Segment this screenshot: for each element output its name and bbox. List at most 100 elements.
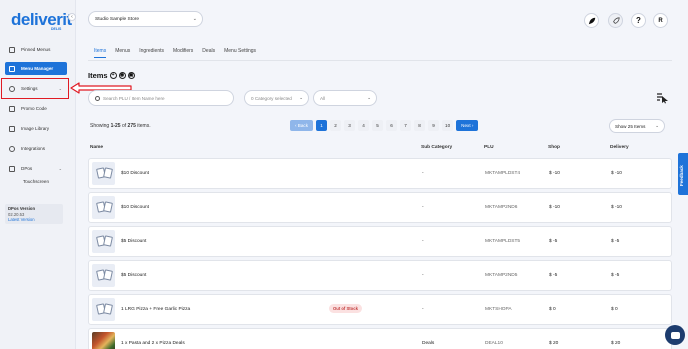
page-button[interactable]: 1 [316, 120, 328, 131]
page-size-value: Show 25 Items [615, 123, 646, 129]
status-select[interactable]: All ⌄ [313, 90, 377, 106]
chevron-down-icon: ⌄ [58, 166, 62, 171]
showing-suffix: items. [135, 123, 151, 129]
item-shop-price: $ -10 [549, 205, 560, 210]
item-shop-price: $ 20 [549, 341, 559, 346]
tab-deals[interactable]: Deals [202, 48, 215, 58]
item-name: $10 Discount [121, 205, 149, 210]
page-button[interactable]: 8 [414, 120, 426, 131]
pagination-back-button[interactable]: ‹ Back [290, 120, 314, 131]
sidebar-item-label: Image Library [21, 126, 50, 131]
page-title: Items [88, 71, 108, 80]
column-header-plu[interactable]: PLU [484, 145, 494, 150]
item-plu: MKTAMP2ND5 [485, 273, 518, 278]
pos-icon [9, 165, 15, 172]
column-header-name[interactable]: Name [90, 145, 103, 150]
user-avatar[interactable]: R [653, 13, 668, 28]
pagination-next-button[interactable]: Next › [456, 120, 479, 131]
showing-prefix: Showing [90, 123, 111, 129]
feedback-tab[interactable]: Feedback [678, 153, 688, 195]
sidebar-item-integrations[interactable]: Integrations [5, 142, 67, 155]
item-thumbnail [92, 230, 115, 253]
sidebar-item-label: Integrations [21, 146, 46, 151]
category-select[interactable]: 0 Category selected ⌄ [244, 90, 309, 106]
showing-total: 275 [127, 123, 136, 129]
sidebar-subitem-touchscreen[interactable]: Touchscreen [23, 179, 49, 184]
export-icon[interactable] [656, 92, 669, 104]
item-name: $10 Discount [121, 171, 149, 176]
rocket-icon [588, 17, 595, 24]
page-button[interactable]: 4 [358, 120, 370, 131]
page-button[interactable]: 2 [330, 120, 342, 131]
item-shop-price: $ 0 [549, 307, 556, 312]
item-delivery-price: $ -5 [611, 239, 620, 244]
search-icon [95, 95, 100, 101]
table-row[interactable]: $10 Discount - MKTAMP2ND6 $ -10 $ -10 [88, 192, 672, 223]
item-photo [92, 332, 115, 349]
item-shop-price: $ -5 [549, 239, 558, 244]
item-delivery-price: $ 0 [611, 307, 618, 312]
page-button[interactable]: 5 [372, 120, 384, 131]
tab-menus[interactable]: Menus [115, 48, 130, 58]
item-delivery-price: $ -10 [611, 171, 622, 176]
page-size-select[interactable]: Show 25 Items ⌄ [609, 119, 665, 133]
table-row[interactable]: 1 LRG Pizza + Free Garlic Pizza Out of S… [88, 294, 672, 325]
tab-modifiers[interactable]: Modifiers [173, 48, 193, 58]
item-thumbnail [92, 196, 115, 219]
section-header: Items + ◉ ▣ [88, 71, 135, 80]
item-delivery-price: $ 20 [611, 341, 621, 346]
item-plu: MKTAMPLDST5 [485, 239, 521, 244]
item-thumbnail [92, 264, 115, 287]
store-name: Studio Sample Store [95, 16, 139, 22]
sidebar-item-image-library[interactable]: Image Library [5, 122, 67, 135]
menu-icon [9, 65, 15, 72]
tab-ingredients[interactable]: Ingredients [139, 48, 164, 58]
table-row[interactable]: $5 Discount - MKTAMPLDST5 $ -5 $ -5 [88, 226, 672, 257]
page-button[interactable]: 7 [400, 120, 412, 131]
status-value: All [320, 95, 326, 101]
tab-menu-settings[interactable]: Menu Settings [224, 48, 256, 58]
rocket-button[interactable] [584, 13, 599, 28]
collapse-sidebar-button[interactable]: ‹ [68, 13, 76, 21]
help-button[interactable]: ? [631, 13, 646, 28]
item-sub-category: - [422, 273, 424, 278]
search-input[interactable]: Search PLU / Item Name here [88, 90, 234, 106]
sidebar-item-label: Promo Code [21, 106, 47, 111]
item-sub-category: - [422, 307, 424, 312]
sidebar: deliverit DELIS ‹ Pinned Menus Menu Mana… [0, 0, 76, 349]
chat-button[interactable] [665, 325, 685, 345]
page-button[interactable]: 6 [386, 120, 398, 131]
item-sub-category: - [422, 205, 424, 210]
record-icon[interactable]: ◉ [118, 72, 126, 79]
table-row[interactable]: $10 Discount - MKTAMPLDST4 $ -10 $ -10 [88, 158, 672, 189]
tab-items[interactable]: Items [94, 48, 107, 58]
pin-icon [9, 46, 15, 53]
page-button[interactable]: 3 [344, 120, 356, 131]
item-delivery-price: $ -10 [611, 205, 622, 210]
chevron-down-icon: ⌄ [655, 123, 659, 128]
sidebar-item-promo-code[interactable]: Promo Code [5, 102, 67, 115]
latest-version-link[interactable]: Latest Version [8, 217, 60, 223]
column-header-sub-category[interactable]: Sub Category [421, 145, 452, 150]
page-button[interactable]: 10 [442, 120, 454, 131]
sidebar-item-menu-manager[interactable]: Menu Manager [5, 62, 67, 75]
sidebar-item-dpos[interactable]: DPos ⌄ [5, 162, 67, 175]
store-selector[interactable]: Studio Sample Store ⌄ [88, 11, 203, 27]
column-header-shop[interactable]: Shop [548, 145, 560, 150]
item-sub-category: Deals [422, 341, 435, 346]
table-row[interactable]: $5 Discount - MKTAMP2ND5 $ -5 $ -5 [88, 260, 672, 291]
item-thumbnail [92, 162, 115, 185]
layout-icon[interactable]: ▣ [127, 72, 135, 79]
brand-logo[interactable]: deliverit [11, 10, 72, 30]
item-delivery-price: $ -5 [611, 273, 620, 278]
column-header-delivery[interactable]: Delivery [610, 145, 629, 150]
sidebar-item-pinned-menus[interactable]: Pinned Menus [5, 43, 67, 56]
launch-button[interactable] [608, 13, 623, 28]
pagination: ‹ Back 1 2 3 4 5 6 7 8 9 10 Next › [290, 120, 479, 131]
showing-of: of [120, 123, 128, 129]
version-info: DPos Version 02.20.53 Latest Version [5, 204, 63, 224]
sidebar-item-label: DPos [21, 166, 33, 171]
page-button[interactable]: 9 [428, 120, 440, 131]
add-icon[interactable]: + [109, 72, 117, 79]
table-row[interactable]: 1 x Pasta and 2 x Pizza Deals Deals DEAL… [88, 328, 672, 349]
